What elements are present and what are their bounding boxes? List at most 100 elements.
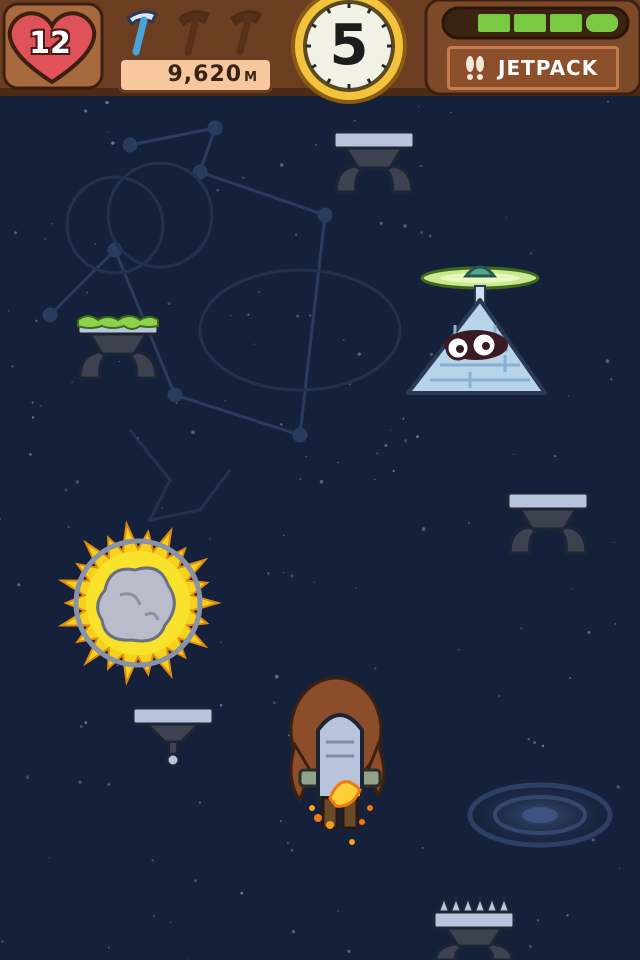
star <box>607 100 609 103</box>
star <box>355 587 357 589</box>
star <box>17 583 21 587</box>
lives-count: 12 <box>29 26 71 61</box>
star <box>420 231 424 234</box>
star <box>295 233 298 236</box>
star <box>315 143 318 146</box>
star <box>107 783 111 786</box>
fuel-segment <box>514 14 546 32</box>
star <box>272 701 276 705</box>
star <box>309 314 312 317</box>
star <box>458 648 460 651</box>
star <box>567 395 570 398</box>
star <box>467 522 470 525</box>
star <box>422 527 426 531</box>
fuel-segment <box>550 14 582 32</box>
star <box>51 222 54 225</box>
star <box>402 417 405 420</box>
star <box>64 488 68 492</box>
jetpack-button[interactable]: JETPACK <box>447 46 619 90</box>
star <box>569 676 572 679</box>
star <box>541 744 545 748</box>
jetpack-label: JETPACK <box>498 56 599 80</box>
star <box>296 314 299 318</box>
star <box>528 945 532 949</box>
star <box>78 780 82 784</box>
star <box>450 111 452 114</box>
star <box>429 352 433 356</box>
star <box>428 234 432 238</box>
star <box>266 571 270 575</box>
star <box>229 314 232 317</box>
star <box>280 163 284 167</box>
star <box>337 461 339 464</box>
star <box>161 507 163 509</box>
star <box>247 313 250 316</box>
star <box>403 224 407 228</box>
star <box>25 775 30 779</box>
star <box>392 469 395 473</box>
star <box>220 641 222 643</box>
star <box>605 359 610 363</box>
star <box>258 290 261 294</box>
star <box>513 453 515 456</box>
star <box>554 455 557 458</box>
star <box>209 538 211 540</box>
star <box>240 891 244 895</box>
star <box>187 958 190 960</box>
star <box>389 429 392 432</box>
star <box>283 572 285 574</box>
star <box>191 430 195 434</box>
star <box>613 541 615 544</box>
star <box>566 914 569 917</box>
star <box>7 310 10 312</box>
star <box>67 525 70 529</box>
star <box>280 423 283 426</box>
star <box>275 674 279 679</box>
star <box>305 456 307 458</box>
star <box>610 378 613 381</box>
star <box>342 339 345 341</box>
star <box>379 221 383 225</box>
star <box>299 478 302 481</box>
game-stage[interactable] <box>0 0 640 960</box>
star <box>153 915 155 917</box>
star <box>167 302 171 306</box>
fuel-segment <box>586 14 618 32</box>
star <box>419 164 422 168</box>
star <box>498 695 501 697</box>
fuel-segment <box>478 14 510 32</box>
star <box>290 574 294 578</box>
star <box>527 737 530 741</box>
star <box>287 734 290 737</box>
star <box>29 453 32 456</box>
star <box>337 910 339 912</box>
star <box>40 405 42 407</box>
star <box>505 216 507 219</box>
star <box>44 238 46 240</box>
star <box>533 741 536 744</box>
star <box>224 400 226 402</box>
star <box>35 319 38 322</box>
star <box>530 252 533 255</box>
star <box>384 444 388 447</box>
star <box>279 819 282 823</box>
footprints-icon <box>460 53 490 83</box>
star <box>175 402 178 405</box>
star <box>416 435 419 439</box>
star <box>79 724 83 729</box>
star <box>421 846 424 849</box>
star <box>319 480 324 484</box>
star <box>291 930 296 934</box>
star <box>105 101 109 105</box>
star <box>75 480 80 484</box>
distance-counter: 9,620 M <box>118 57 273 93</box>
star <box>374 667 377 670</box>
star <box>357 352 361 356</box>
distance-unit: M <box>244 70 258 85</box>
star <box>111 141 115 145</box>
star <box>107 946 111 949</box>
star <box>107 131 109 133</box>
star <box>253 343 256 345</box>
star <box>290 848 294 852</box>
star <box>614 622 617 625</box>
